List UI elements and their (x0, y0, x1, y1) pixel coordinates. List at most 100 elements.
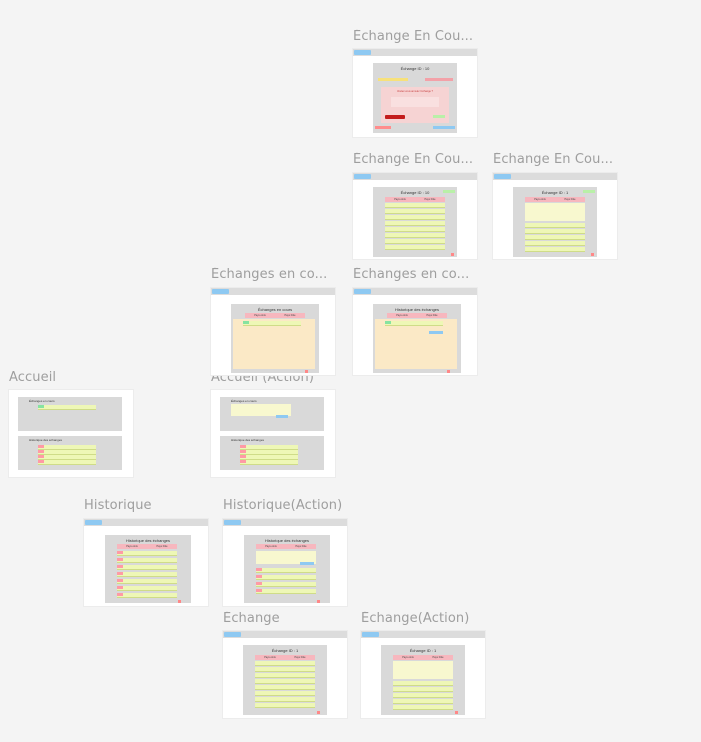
frame-label-echanges-en-cours-2[interactable]: Échanges en co... (353, 267, 477, 282)
table-row[interactable] (117, 565, 177, 570)
table-row[interactable] (393, 705, 453, 710)
frame-label-historique[interactable]: Historique (84, 498, 208, 513)
table-row[interactable] (385, 239, 445, 244)
frame-echanges-en-cours-historique[interactable]: Historique des échanges Pays émis Pays h… (353, 288, 477, 375)
table-row[interactable] (255, 679, 315, 684)
table-row[interactable] (385, 221, 445, 226)
table-row[interactable] (525, 229, 585, 234)
delete-icon[interactable] (591, 253, 594, 256)
frame-echange-action[interactable]: Échange ID : 1 Pays émis Pays hôte (361, 631, 485, 718)
table-row[interactable] (525, 247, 585, 252)
table-row[interactable] (117, 579, 177, 584)
table-row[interactable] (38, 405, 96, 410)
frame-label-echange-en-cours-2[interactable]: Échange En Cou... (353, 152, 477, 167)
confirm-button[interactable] (385, 115, 405, 119)
menu-button[interactable] (354, 289, 371, 294)
table-row[interactable] (255, 685, 315, 690)
frame-echange-en-cours-detail[interactable]: Échange ID : 1 Pays émis Pays hôte (493, 173, 617, 259)
table-row[interactable] (385, 215, 445, 220)
delete-icon[interactable] (178, 600, 181, 603)
table-row[interactable] (255, 673, 315, 678)
delete-icon[interactable] (451, 253, 454, 256)
table-row[interactable] (255, 661, 315, 666)
action-button[interactable] (429, 331, 443, 334)
menu-button[interactable] (354, 50, 371, 55)
back-button[interactable] (375, 126, 391, 129)
delete-icon[interactable] (317, 600, 320, 603)
delete-icon[interactable] (455, 711, 458, 714)
table-row[interactable] (256, 589, 316, 594)
table-row[interactable] (525, 241, 585, 246)
table-row[interactable] (255, 667, 315, 672)
status-tag (240, 445, 246, 448)
table-row[interactable] (117, 586, 177, 591)
table-row[interactable] (393, 681, 453, 686)
delete-icon[interactable] (317, 711, 320, 714)
action-button[interactable] (276, 415, 288, 418)
cancel-exchange-button[interactable] (425, 78, 453, 81)
action-button[interactable] (300, 562, 314, 565)
frame-historique-action[interactable]: Historique des échanges Pays émis Pays h… (223, 519, 347, 606)
frame-echange-en-cours-confirm[interactable]: Échange ID : 10 Voulez-vous annuler l'éc… (353, 49, 477, 137)
col-header-pays-hote: Pays hôte (423, 655, 453, 660)
table-row[interactable] (385, 245, 445, 250)
frame-label-echange-en-cours-1[interactable]: Échange En Cou... (353, 29, 477, 44)
menu-button[interactable] (494, 174, 511, 179)
menu-button[interactable] (224, 632, 241, 637)
status-tag (243, 321, 249, 324)
keep-button[interactable] (433, 115, 445, 118)
table-row[interactable] (117, 551, 177, 556)
table-row[interactable] (117, 593, 177, 598)
see-more-link[interactable] (108, 425, 120, 428)
frame-label-echange-en-cours-3[interactable]: Échange En Cou... (493, 152, 617, 167)
table-row[interactable] (393, 699, 453, 704)
menu-button[interactable] (85, 520, 102, 525)
col-header-pays-hote: Pays hôte (555, 197, 585, 202)
table-row[interactable] (256, 582, 316, 587)
expanded-row[interactable] (393, 661, 453, 679)
table-row[interactable] (256, 575, 316, 580)
menu-button[interactable] (224, 520, 241, 525)
table-row[interactable] (385, 321, 443, 326)
table-row[interactable] (525, 223, 585, 228)
table-row[interactable] (385, 233, 445, 238)
expanded-row[interactable] (525, 203, 585, 221)
menu-button[interactable] (212, 289, 229, 294)
top-bar (493, 173, 617, 180)
table-row[interactable] (385, 227, 445, 232)
frame-echange[interactable]: Échange ID : 1 Pays émis Pays hôte (223, 631, 347, 718)
frame-echange-en-cours-list[interactable]: Échange ID : 10 Pays émis Pays hôte (353, 173, 477, 259)
frame-label-echanges-en-cours-1[interactable]: Échanges en co... (211, 267, 335, 282)
delete-icon[interactable] (447, 370, 450, 373)
frame-label-echange-action[interactable]: Échange(Action) (361, 611, 485, 626)
table-row[interactable] (240, 460, 298, 465)
frame-label-historique-action[interactable]: Historique(Action) (223, 498, 347, 513)
menu-button[interactable] (362, 632, 379, 637)
table-row[interactable] (255, 703, 315, 708)
menu-button[interactable] (354, 174, 371, 179)
table-row[interactable] (243, 321, 301, 326)
status-tag (38, 455, 44, 458)
table-row[interactable] (255, 697, 315, 702)
table-row[interactable] (117, 572, 177, 577)
table-row[interactable] (38, 460, 96, 465)
delete-icon[interactable] (305, 370, 308, 373)
frame-accueil[interactable]: Échanges en cours Historique des échange… (9, 390, 133, 477)
frame-label-accueil[interactable]: Accueil (9, 370, 133, 385)
table-row[interactable] (117, 558, 177, 563)
table-row[interactable] (256, 568, 316, 573)
panel: Historique des échanges Pays émis Pays h… (373, 304, 461, 373)
frame-echanges-en-cours[interactable]: Échanges en cours Pays émis Pays hôte (211, 288, 335, 375)
save-button[interactable] (433, 126, 455, 129)
frame-historique[interactable]: Historique des échanges Pays émis Pays h… (84, 519, 208, 606)
frame-accueil-action[interactable]: Échanges en cours Historique des échange… (211, 390, 335, 477)
table-row[interactable] (385, 203, 445, 208)
table-row[interactable] (255, 691, 315, 696)
panel: Échange ID : 10 Voulez-vous annuler l'éc… (373, 63, 457, 133)
panel-title: Historique des échanges (231, 438, 265, 442)
table-row[interactable] (525, 235, 585, 240)
table-row[interactable] (393, 693, 453, 698)
frame-label-echange[interactable]: Échange (223, 611, 347, 626)
table-row[interactable] (393, 687, 453, 692)
table-row[interactable] (385, 209, 445, 214)
